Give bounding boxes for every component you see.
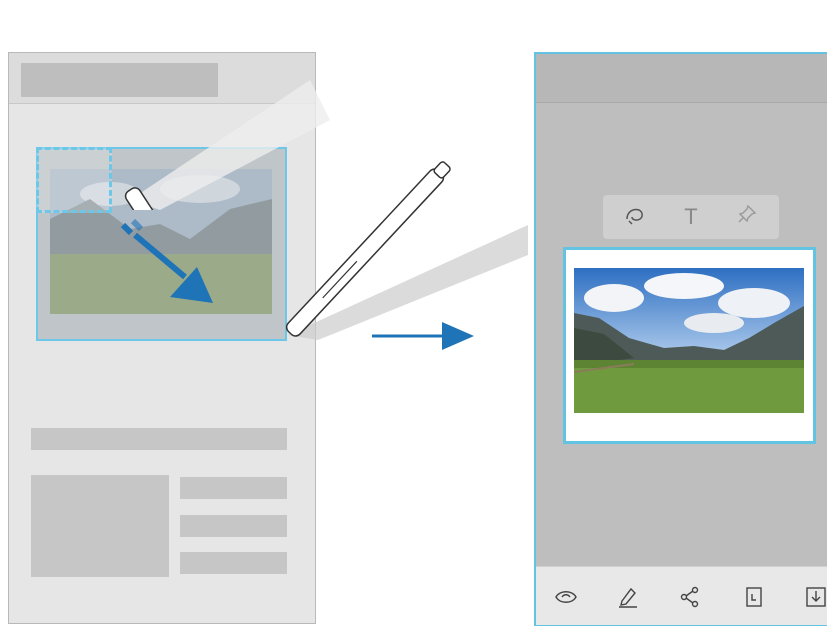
drag-arrow-icon: [120, 218, 213, 303]
s-pen-icon: [285, 161, 528, 340]
right-phone-screen: T: [534, 52, 827, 626]
text-placeholder-bar: [180, 552, 287, 574]
captured-image-frame[interactable]: [563, 247, 816, 444]
landscape-photo: [574, 268, 804, 413]
text-placeholder-bar: [31, 428, 287, 450]
bottom-toolbar: [536, 566, 827, 625]
download-icon[interactable]: [804, 585, 827, 609]
edit-tools-popup: T: [603, 195, 779, 239]
lasso-icon[interactable]: [621, 203, 649, 231]
crop-icon[interactable]: [742, 585, 766, 609]
text-placeholder-bar: [180, 515, 287, 537]
image-placeholder-block: [31, 475, 169, 577]
share-icon[interactable]: [678, 585, 702, 609]
transition-arrow-icon: [372, 322, 474, 350]
pen-icon[interactable]: [616, 585, 640, 609]
text-placeholder-bar: [180, 477, 287, 499]
right-app-header: [536, 54, 827, 103]
pin-icon[interactable]: [733, 203, 761, 231]
eye-icon[interactable]: [554, 585, 578, 609]
text-icon[interactable]: T: [677, 203, 705, 231]
